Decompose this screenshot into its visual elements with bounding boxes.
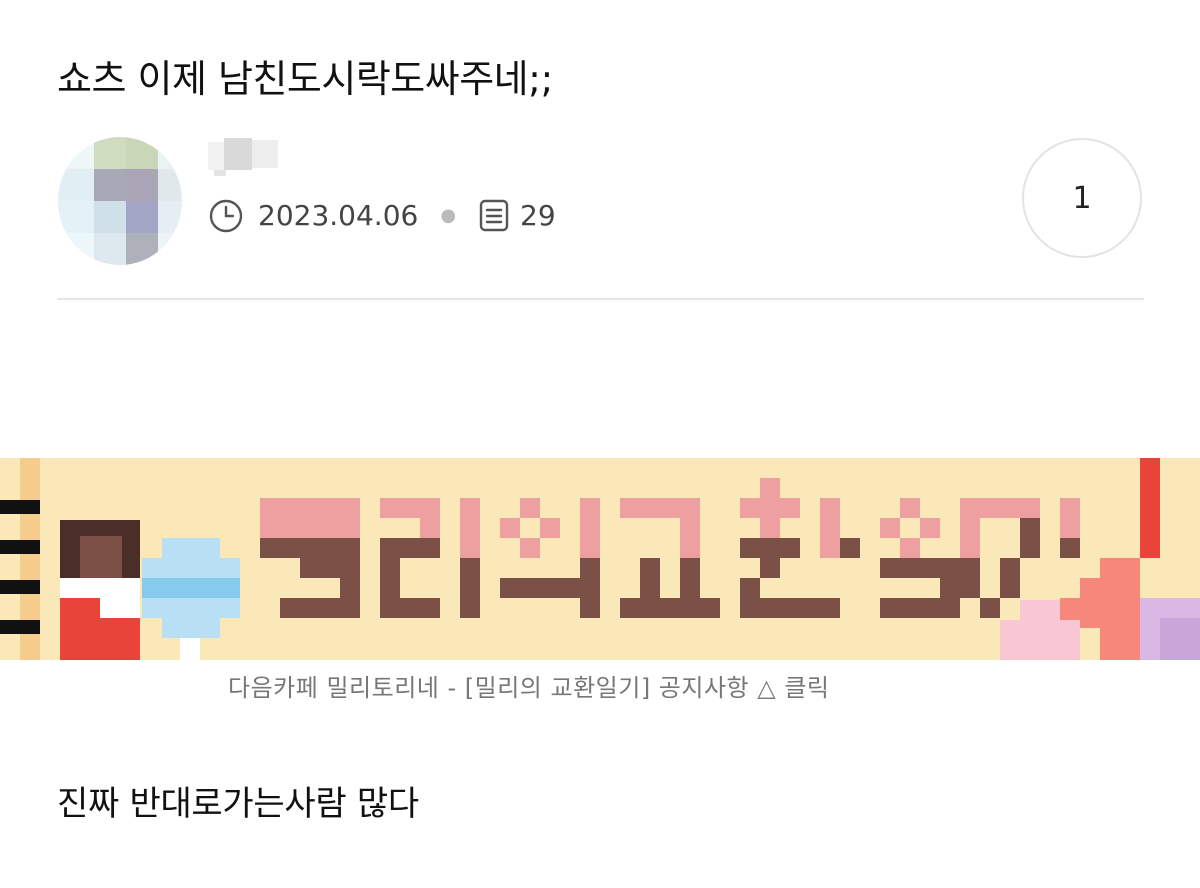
header-divider (57, 298, 1144, 300)
like-count: 1 (1072, 180, 1092, 216)
notice-banner[interactable] (0, 458, 1200, 660)
clock-icon (208, 197, 244, 233)
meta-separator: ● (440, 204, 457, 226)
banner-caption[interactable]: 다음카페 밀리토리네 - [밀리의 교환일기] 공지사항 △ 클릭 (228, 668, 1018, 703)
author-avatar[interactable] (58, 137, 182, 265)
like-count-button[interactable]: 1 (1022, 138, 1142, 258)
author-name-blurred[interactable] (206, 138, 280, 178)
comment-count: 29 (520, 198, 556, 232)
post-date: 2023.04.06 (258, 198, 419, 232)
post-meta: 2023.04.06 ● 29 (208, 197, 556, 233)
document-icon (478, 197, 510, 233)
post-body: 진짜 반대로가는사람 많다 (57, 784, 419, 824)
post-title: 쇼츠 이제 남친도시락도싸주네;; (57, 57, 553, 101)
